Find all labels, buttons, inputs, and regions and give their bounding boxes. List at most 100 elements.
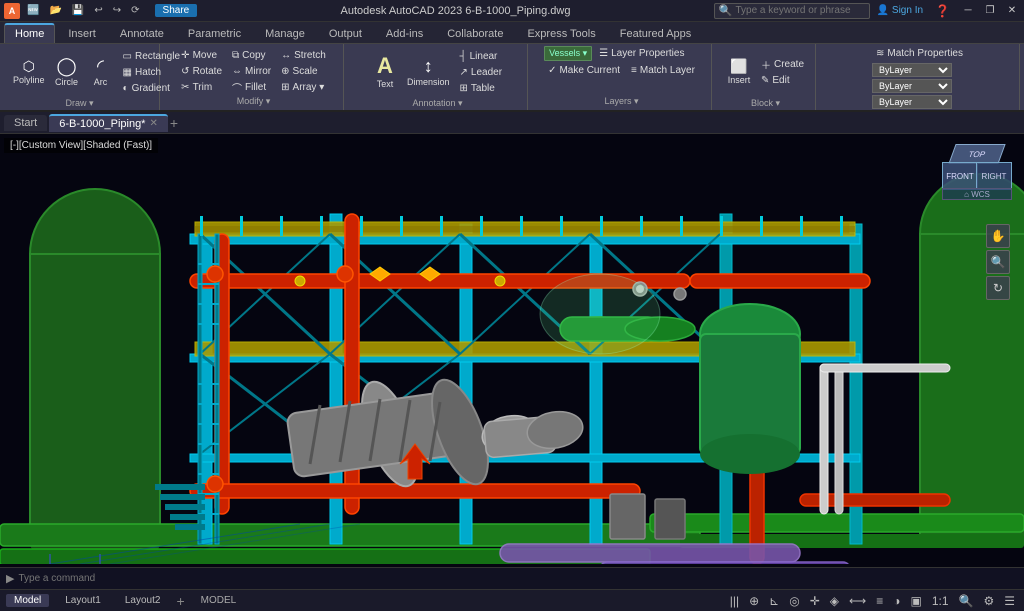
hatch-icon: ▦ xyxy=(123,67,132,78)
text-button[interactable]: A Text xyxy=(369,46,401,98)
tab-annotate[interactable]: Annotate xyxy=(109,24,175,43)
tab-collaborate[interactable]: Collaborate xyxy=(436,24,514,43)
make-current-button[interactable]: ✓ Make Current xyxy=(544,63,624,78)
array-button[interactable]: ⊞ Array ▾ xyxy=(277,80,330,95)
otrack-toggle[interactable]: ⟷ xyxy=(846,593,869,609)
undo-btn[interactable]: ↩ xyxy=(91,4,105,17)
viewcube[interactable]: TOP FRONT RIGHT ⌂ WCS xyxy=(942,144,1012,214)
save-btn[interactable]: 💾 xyxy=(69,4,87,17)
viewcube-home[interactable]: ⌂ WCS xyxy=(942,188,1012,200)
polar-toggle[interactable]: ◎ xyxy=(786,593,802,609)
annotation-scale[interactable]: 1:1 xyxy=(929,593,952,609)
close-button[interactable]: ✕ xyxy=(1004,4,1020,18)
create-icon: ＋ xyxy=(761,57,771,72)
drawing-area[interactable]: [-][Custom View][Shaded (Fast)] TOP FRON… xyxy=(0,134,1024,567)
command-input[interactable] xyxy=(18,573,1018,584)
layer-dropdown[interactable]: Vessels ▾ xyxy=(544,46,592,61)
zoom-annotation[interactable]: 🔍 xyxy=(956,593,977,609)
tab-close-icon[interactable]: ✕ xyxy=(149,118,157,129)
transparency-toggle[interactable]: ◑ xyxy=(890,593,903,609)
new-btn[interactable]: 🆕 xyxy=(24,4,42,17)
ribbon-section-layers: Vessels ▾ ☰ Layer Properties ✓ Make Curr… xyxy=(532,44,712,110)
match-properties-button[interactable]: ≋ Match Properties xyxy=(872,46,967,61)
circle-icon: ◯ xyxy=(56,57,76,75)
mirror-button[interactable]: ⇔ Mirror xyxy=(228,64,275,79)
layout2-tab[interactable]: Layout2 xyxy=(117,594,169,607)
tab-parametric[interactable]: Parametric xyxy=(177,24,252,43)
linear-icon: ┤ xyxy=(460,51,467,62)
snap-toggle[interactable]: ⊕ xyxy=(746,593,762,609)
line-button[interactable]: ╱ Line xyxy=(0,46,7,98)
grid-toggle[interactable]: ||| xyxy=(727,593,742,609)
insert-button[interactable]: ⬜ Insert xyxy=(723,46,755,98)
command-line: ▶ xyxy=(0,567,1024,589)
color-dropdown[interactable]: ByLayer xyxy=(872,63,952,77)
ortho-toggle[interactable]: ⊾ xyxy=(766,593,782,609)
osnap-toggle[interactable]: ✛ xyxy=(807,593,823,609)
orbit-button[interactable]: ↻ xyxy=(986,276,1010,300)
create-button[interactable]: ＋ Create xyxy=(757,57,808,72)
status-bar: Model Layout1 Layout2 + MODEL ||| ⊕ ⊾ ◎ … xyxy=(0,589,1024,611)
tab-output[interactable]: Output xyxy=(318,24,373,43)
stretch-button[interactable]: ↔ Stretch xyxy=(277,48,330,63)
tab-addins[interactable]: Add-ins xyxy=(375,24,434,43)
tab-featured-apps[interactable]: Featured Apps xyxy=(609,24,703,43)
piping-viewport[interactable] xyxy=(0,134,1024,564)
add-tab-button[interactable]: + xyxy=(170,115,178,131)
search-bar[interactable]: 🔍 xyxy=(714,3,871,19)
scale-button[interactable]: ⊕ Scale xyxy=(277,64,330,79)
pan-button[interactable]: ✋ xyxy=(986,224,1010,248)
open-btn[interactable]: 📂 xyxy=(46,4,64,17)
fillet-button[interactable]: ⌒ Fillet xyxy=(228,80,275,95)
ribbon-section-modify: ✛ Move ↺ Rotate ✂ Trim ⧉ Copy ⇔ Mirror ⌒… xyxy=(164,44,344,110)
viewcube-top[interactable]: TOP xyxy=(948,144,1005,164)
3dosnap-toggle[interactable]: ◈ xyxy=(827,593,842,609)
tab-manage[interactable]: Manage xyxy=(254,24,316,43)
search-input[interactable] xyxy=(735,5,865,16)
polyline-button[interactable]: ⬡ Polyline xyxy=(9,46,49,98)
dimension-button[interactable]: ↕ Dimension xyxy=(403,46,454,98)
minimize-button[interactable]: ─ xyxy=(960,4,976,18)
layer-properties-button[interactable]: ☰ Layer Properties xyxy=(595,46,688,61)
app-icon: A xyxy=(4,3,20,19)
arc-button[interactable]: ◜ Arc xyxy=(85,46,117,98)
selection-toggle[interactable]: ▣ xyxy=(907,593,924,609)
search-icon: 🔍 xyxy=(719,4,733,17)
workspace-btn[interactable]: ⚙ xyxy=(980,593,997,609)
copy-button[interactable]: ⧉ Copy xyxy=(228,48,275,63)
circle-button[interactable]: ◯ Circle xyxy=(51,46,83,98)
leader-button[interactable]: ↗ Leader xyxy=(456,65,507,80)
make-current-icon: ✓ xyxy=(548,65,556,76)
statusbar-settings[interactable]: ☰ xyxy=(1001,593,1018,609)
rotate-button[interactable]: ↺ Rotate xyxy=(177,64,226,79)
lineweight-dropdown[interactable]: ByLayer xyxy=(872,95,952,109)
match-layer-icon: ≡ xyxy=(631,65,637,76)
linetype-dropdown[interactable]: ByLayer xyxy=(872,79,952,93)
sync-btn[interactable]: ⟳ xyxy=(128,4,142,17)
tab-start[interactable]: Start xyxy=(4,115,47,131)
tab-drawing[interactable]: 6-B-1000_Piping* ✕ xyxy=(49,114,168,132)
table-button[interactable]: ⊞ Table xyxy=(456,81,507,96)
move-button[interactable]: ✛ Move xyxy=(177,48,226,63)
trim-button[interactable]: ✂ Trim xyxy=(177,80,226,95)
viewcube-right[interactable]: RIGHT xyxy=(976,162,1012,190)
lineweight-toggle[interactable]: ≡ xyxy=(873,593,886,609)
add-layout-button[interactable]: + xyxy=(176,593,184,609)
match-layer-button[interactable]: ≡ Match Layer xyxy=(627,63,699,78)
viewcube-front[interactable]: FRONT xyxy=(942,162,978,190)
tab-insert[interactable]: Insert xyxy=(57,24,107,43)
help-icon[interactable]: ❓ xyxy=(935,4,950,18)
model-tab[interactable]: Model xyxy=(6,594,49,607)
redo-btn[interactable]: ↪ xyxy=(110,4,124,17)
restore-button[interactable]: ❐ xyxy=(982,4,998,18)
zoom-button[interactable]: 🔍 xyxy=(986,250,1010,274)
linear-button[interactable]: ┤ Linear xyxy=(456,49,507,64)
match-props-icon: ≋ xyxy=(876,48,884,59)
share-button[interactable]: Share xyxy=(155,4,198,17)
tab-express-tools[interactable]: Express Tools xyxy=(516,24,606,43)
tab-home[interactable]: Home xyxy=(4,23,55,43)
layout1-tab[interactable]: Layout1 xyxy=(57,594,109,607)
edit-button[interactable]: ✎ Edit xyxy=(757,73,808,88)
ribbon-section-draw: ╱ Line ⬡ Polyline ◯ Circle ◜ Arc ▭ Recta… xyxy=(0,44,160,110)
signin-button[interactable]: 👤 Sign In xyxy=(876,5,923,16)
